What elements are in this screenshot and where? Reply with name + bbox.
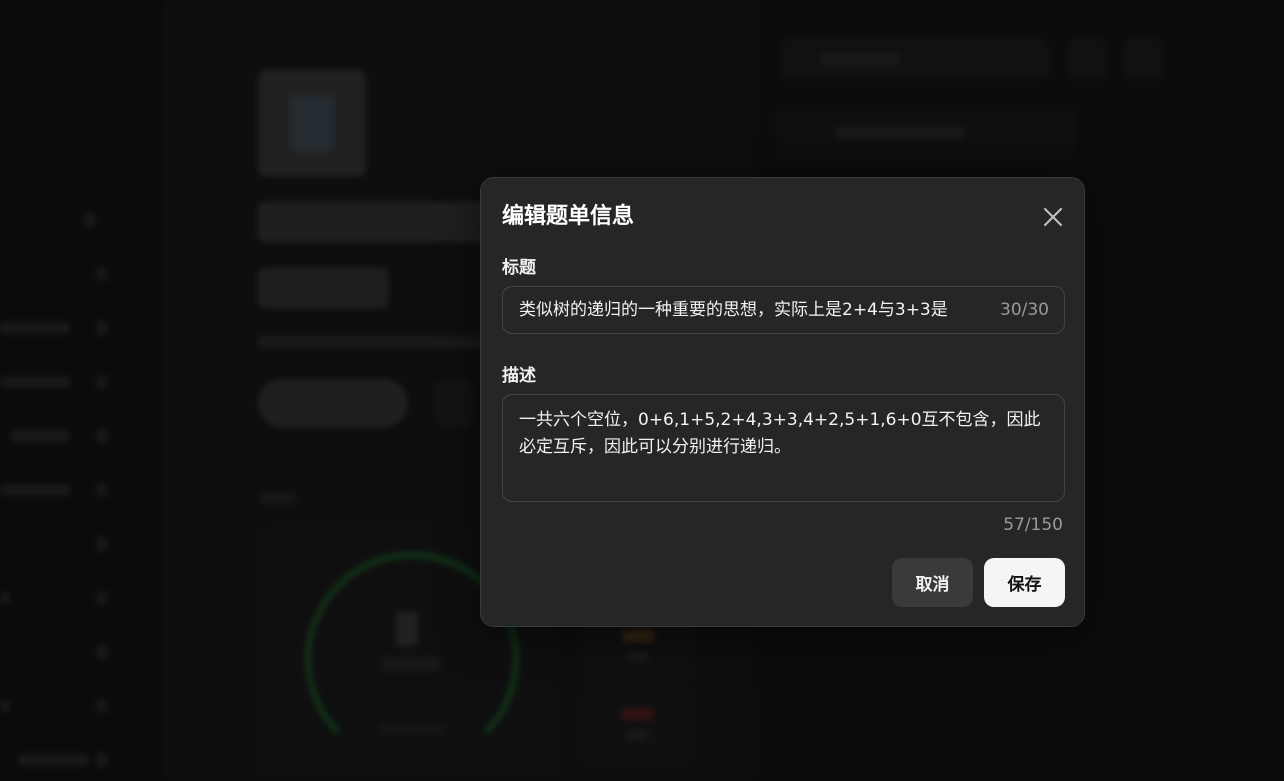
description-char-counter: 57/150 — [1003, 515, 1063, 535]
title-char-counter: 30/30 — [1000, 300, 1049, 320]
title-input[interactable] — [519, 287, 989, 333]
description-text: 一共六个空位，0+6,1+5,2+4,3+3,4+2,5+1,6+0互不包含，因… — [519, 410, 1041, 457]
edit-problem-list-dialog: 编辑题单信息 标题 30/30 描述 一共六个空位，0+6,1+5,2+4,3+… — [480, 177, 1085, 627]
title-input-container[interactable]: 30/30 — [502, 286, 1065, 334]
save-button[interactable]: 保存 — [984, 558, 1065, 607]
title-field-label: 标题 — [502, 258, 536, 278]
description-textarea[interactable]: 一共六个空位，0+6,1+5,2+4,3+3,4+2,5+1,6+0互不包含，因… — [502, 394, 1065, 502]
close-icon — [1043, 207, 1063, 227]
close-button[interactable] — [1040, 204, 1066, 230]
cancel-button[interactable]: 取消 — [892, 558, 973, 607]
page: 编辑题单信息 标题 30/30 描述 一共六个空位，0+6,1+5,2+4,3+… — [0, 0, 1284, 781]
description-field-label: 描述 — [502, 366, 536, 386]
dialog-title: 编辑题单信息 — [502, 204, 635, 229]
